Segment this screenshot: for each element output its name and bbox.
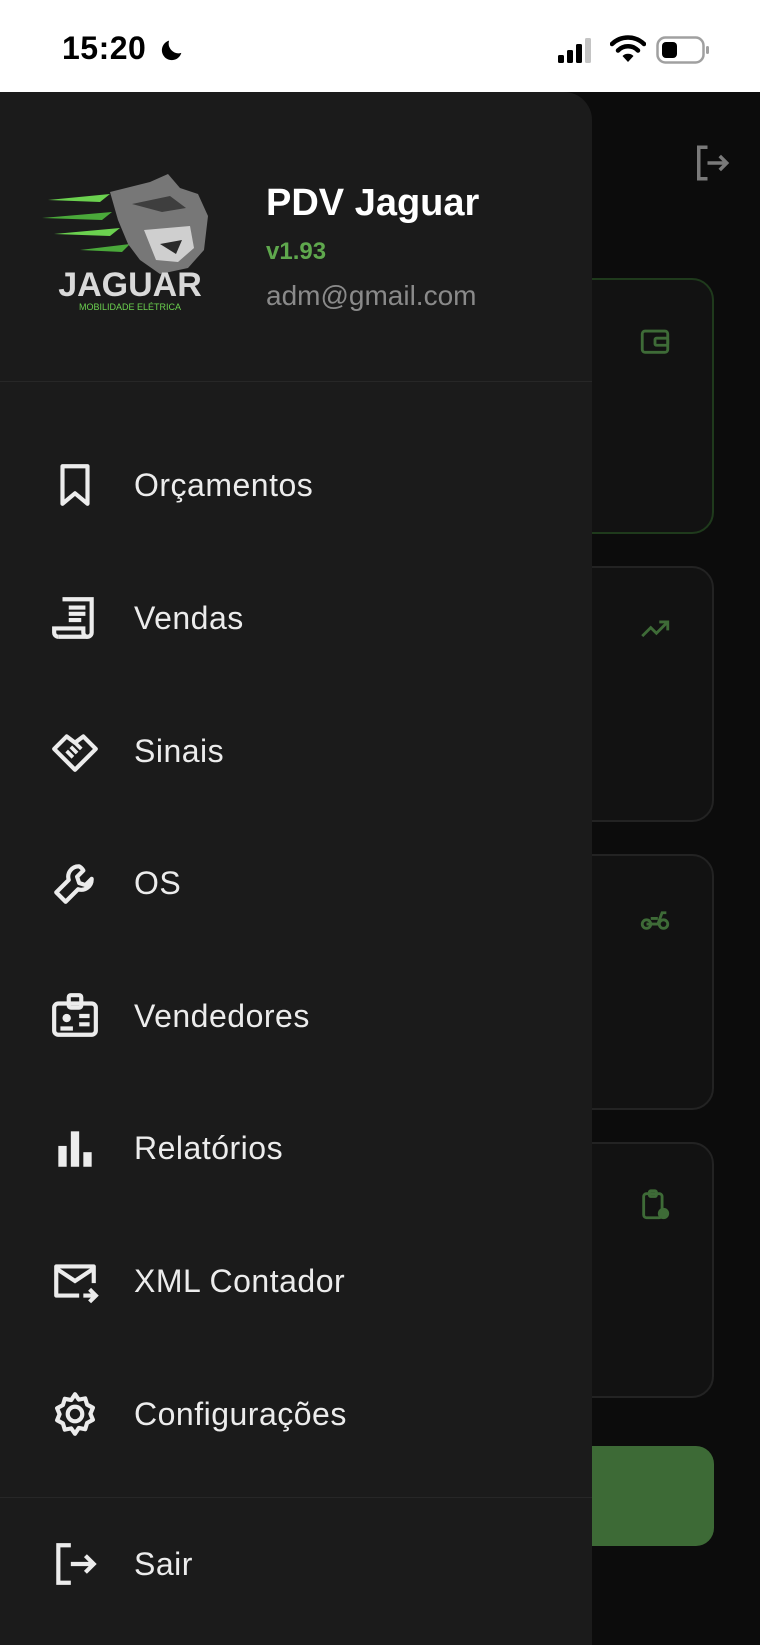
receipt-icon: [52, 597, 94, 639]
drawer-header: JAGUAR MOBILIDADE ELÉTRICA PDV Jaguar v1…: [0, 92, 592, 382]
menu-label: Relatórios: [134, 1129, 284, 1166]
signal-icon: [558, 38, 591, 63]
menu-label: OS: [134, 864, 182, 901]
mail-send-icon: [54, 1264, 99, 1304]
trending-up-icon: [641, 620, 670, 638]
logout-icon: [56, 1543, 97, 1585]
badge-icon: [52, 993, 98, 1037]
app-version: v1.93: [266, 238, 327, 265]
menu-label: Sinais: [134, 732, 225, 769]
menu-item-xml-contador[interactable]: XML Contador: [0, 1231, 592, 1331]
menu-item-os[interactable]: OS: [0, 833, 592, 933]
bookmark-icon: [60, 464, 90, 506]
navigation-drawer: JAGUAR MOBILIDADE ELÉTRICA PDV Jaguar v1…: [0, 92, 592, 1645]
menu-item-orcamentos[interactable]: Orçamentos: [0, 435, 592, 535]
status-time: 15:20: [62, 30, 147, 66]
logout-icon[interactable]: [690, 142, 732, 184]
gear-icon: [55, 1392, 95, 1436]
menu-item-sinais[interactable]: Sinais: [0, 701, 592, 801]
menu-label: Orçamentos: [134, 466, 314, 503]
bar-chart-icon: [58, 1131, 92, 1167]
wifi-icon: [610, 35, 646, 62]
menu-label: Vendas: [134, 599, 244, 636]
app-name: PDV Jaguar: [266, 182, 480, 224]
battery-icon: [656, 36, 709, 64]
menu-item-vendedores[interactable]: Vendedores: [0, 966, 592, 1066]
scooter-icon: [640, 911, 670, 930]
divider: [0, 1497, 592, 1498]
menu-item-sair[interactable]: Sair: [0, 1514, 592, 1614]
moon-icon: [161, 40, 182, 61]
svg-text:MOBILIDADE ELÉTRICA: MOBILIDADE ELÉTRICA: [79, 302, 181, 312]
svg-text:JAGUAR: JAGUAR: [58, 266, 202, 304]
wallet-icon: [640, 329, 670, 354]
menu-label: Vendedores: [134, 997, 310, 1034]
clipboard-clock-icon: [642, 1189, 670, 1220]
menu-item-relatorios[interactable]: Relatórios: [0, 1098, 592, 1198]
menu-item-configuracoes[interactable]: Configurações: [0, 1364, 592, 1464]
menu-label: XML Contador: [134, 1262, 346, 1299]
status-bar: 15:20: [0, 0, 760, 92]
handshake-icon: [52, 734, 98, 772]
user-email: adm@gmail.com: [266, 280, 477, 311]
menu-label: Configurações: [134, 1395, 347, 1432]
wrench-icon: [54, 864, 94, 904]
menu-item-vendas[interactable]: Vendas: [0, 568, 592, 668]
menu-label: Sair: [134, 1545, 193, 1582]
jaguar-logo: JAGUAR MOBILIDADE ELÉTRICA: [42, 174, 208, 312]
